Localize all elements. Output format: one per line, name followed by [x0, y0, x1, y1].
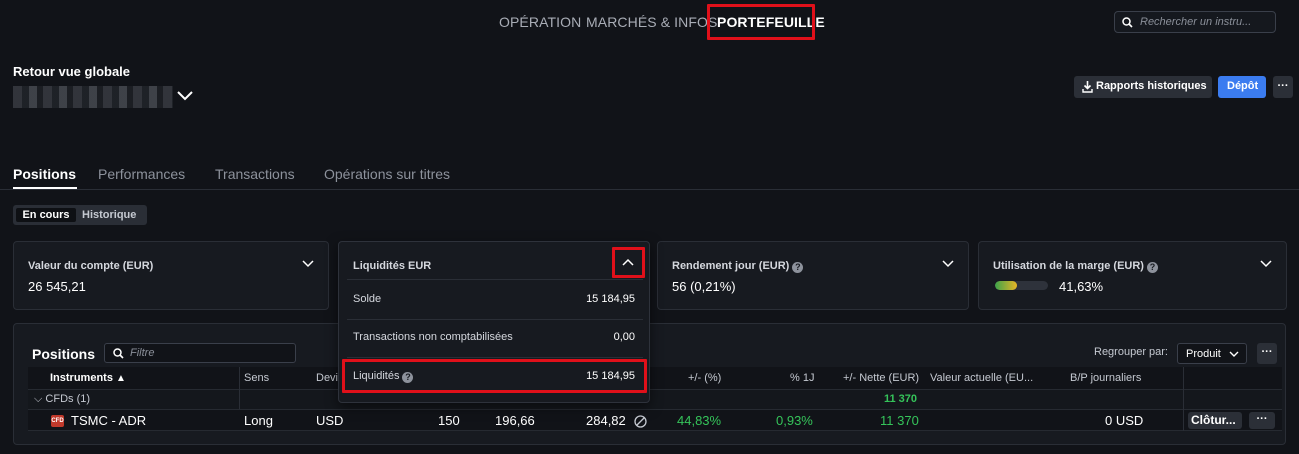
- table-row[interactable]: CFD TSMC - ADR Long USD 150 196,66 284,8…: [28, 409, 1282, 431]
- highlight-box: [612, 247, 645, 278]
- account-value: 26 545,21: [28, 279, 86, 294]
- row-more-button[interactable]: ···: [1249, 412, 1275, 429]
- liquidity-row-label: Solde: [353, 293, 382, 305]
- positions-title: Positions: [32, 346, 96, 362]
- tab-performances[interactable]: Performances: [98, 166, 185, 182]
- row-instrument[interactable]: TSMC - ADR: [71, 413, 146, 428]
- tab-transactions[interactable]: Transactions: [215, 166, 295, 182]
- margin-usage-label-wrap: Utilisation de la marge (EUR)?: [993, 260, 1158, 273]
- divider: [347, 319, 643, 320]
- help-icon[interactable]: ?: [792, 262, 804, 273]
- toggle-historique[interactable]: Historique: [82, 208, 136, 222]
- historical-reports-label: Rapports historiques: [1096, 80, 1207, 92]
- top-navigation: OPÉRATION MARCHÉS & INFOS PORTEFEUILLE R…: [0, 0, 1299, 44]
- col-instruments-label: Instruments: [50, 372, 113, 384]
- col-pct[interactable]: +/- (%): [688, 372, 721, 384]
- filter-placeholder: Filtre: [130, 347, 155, 359]
- liquidity-row-pending: Transactions non comptabilisées 0,00: [353, 331, 637, 343]
- sort-asc-icon: ▲: [116, 373, 126, 384]
- group-by-select[interactable]: Produit: [1177, 343, 1247, 364]
- chevron-down-icon: ⌵: [34, 393, 43, 405]
- col-nette[interactable]: +/- Nette (EUR): [843, 372, 919, 384]
- group-by-value: Produit: [1186, 348, 1221, 360]
- chevron-down-icon[interactable]: [1260, 260, 1272, 268]
- row-sens: Long: [244, 413, 273, 428]
- table-header: Instruments ▲ Sens Devi +/- (%) % 1J +/-…: [28, 367, 1282, 389]
- group-by-label: Regrouper par:: [1094, 346, 1168, 358]
- search-input[interactable]: Rechercher un instru...: [1114, 11, 1276, 33]
- margin-usage-value: 41,63%: [1059, 279, 1104, 294]
- filter-input[interactable]: Filtre: [104, 343, 296, 363]
- nav-operation[interactable]: OPÉRATION: [499, 14, 581, 30]
- column-divider: [239, 367, 240, 409]
- divider: [347, 357, 643, 358]
- group-row-label-wrap: ⌵ CFDs (1): [34, 393, 90, 406]
- col-pct-1j[interactable]: % 1J: [790, 372, 814, 384]
- group-row-nette: 11 370: [884, 393, 918, 405]
- margin-usage-bar: [995, 281, 1048, 290]
- column-divider: [1183, 367, 1184, 431]
- margin-usage-label: Utilisation de la marge (EUR): [993, 260, 1144, 272]
- row-nette: 11 370: [880, 413, 919, 428]
- liquidity-row-label: Transactions non comptabilisées: [353, 331, 513, 343]
- row-qty: 150: [438, 413, 460, 428]
- group-row-label: CFDs (1): [45, 393, 91, 405]
- cfd-badge: CFD: [51, 415, 64, 427]
- daily-return-label: Rendement jour (EUR): [672, 260, 790, 272]
- deposit-button[interactable]: Dépôt: [1218, 76, 1266, 98]
- chevron-down-icon: [1229, 351, 1239, 357]
- tab-divider: [0, 189, 1299, 190]
- help-icon[interactable]: ?: [1146, 262, 1158, 273]
- row-current-price: 284,82: [586, 413, 626, 428]
- highlight-box: [342, 359, 647, 393]
- tab-positions[interactable]: Positions: [13, 166, 76, 182]
- account-value-card: Valeur du compte (EUR) 26 545,21: [13, 241, 329, 310]
- download-icon: [1082, 81, 1093, 93]
- divider: [347, 279, 643, 280]
- col-valeur[interactable]: Valeur actuelle (EU...: [930, 372, 1033, 384]
- margin-usage-bar-fill: [995, 281, 1018, 290]
- search-icon: [1122, 17, 1133, 28]
- liquidity-dropdown: Liquidités EUR Solde 15 184,95 Transacti…: [338, 241, 650, 403]
- row-pct-1j: 0,93%: [776, 413, 813, 428]
- highlight-box: [707, 4, 815, 40]
- nav-marches-infos[interactable]: MARCHÉS & INFOS: [586, 14, 717, 30]
- col-instruments[interactable]: Instruments ▲: [50, 372, 126, 384]
- col-devise[interactable]: Devi: [316, 372, 338, 384]
- active-tab-indicator: [13, 187, 77, 189]
- col-bp[interactable]: B/P journaliers: [1070, 372, 1141, 384]
- chevron-down-icon[interactable]: [942, 260, 954, 268]
- daily-return-card: Rendement jour (EUR)? 56 (0,21%): [657, 241, 969, 310]
- search-placeholder: Rechercher un instru...: [1140, 16, 1252, 28]
- toggle-en-cours[interactable]: En cours: [16, 208, 76, 222]
- more-options-button[interactable]: ···: [1273, 76, 1293, 98]
- deposit-label: Dépôt: [1227, 80, 1259, 92]
- daily-return-label-wrap: Rendement jour (EUR)?: [672, 260, 804, 273]
- status-toggle: En cours Historique: [13, 205, 147, 225]
- back-to-overview-link[interactable]: Retour vue globale: [13, 64, 130, 79]
- row-bp: 0 USD: [1105, 413, 1144, 428]
- account-switch-chevron-icon[interactable]: [176, 90, 194, 102]
- row-pct: 44,83%: [677, 413, 722, 428]
- close-position-button[interactable]: Clôtur...: [1188, 412, 1242, 429]
- liquidity-title: Liquidités EUR: [353, 260, 432, 272]
- not-available-icon: [634, 415, 647, 428]
- daily-return-value: 56 (0,21%): [672, 279, 736, 294]
- row-open-price: 196,66: [495, 413, 535, 428]
- liquidity-row-solde: Solde 15 184,95: [353, 293, 637, 305]
- account-name-redacted: [13, 86, 173, 108]
- liquidity-row-value: 15 184,95: [586, 293, 635, 305]
- group-row[interactable]: ⌵ CFDs (1) 11 370: [28, 389, 1282, 409]
- tab-operations-sur-titres[interactable]: Opérations sur titres: [324, 166, 450, 182]
- panel-more-button[interactable]: ···: [1257, 343, 1277, 364]
- historical-reports-button[interactable]: Rapports historiques: [1074, 76, 1212, 98]
- liquidity-row-value: 0,00: [613, 331, 635, 343]
- chevron-down-icon[interactable]: [302, 260, 314, 268]
- row-devise: USD: [316, 413, 344, 428]
- search-icon: [113, 348, 124, 359]
- margin-usage-card: Utilisation de la marge (EUR)? 41,63%: [978, 241, 1287, 310]
- account-value-label: Valeur du compte (EUR): [28, 260, 154, 272]
- col-sens[interactable]: Sens: [244, 372, 269, 384]
